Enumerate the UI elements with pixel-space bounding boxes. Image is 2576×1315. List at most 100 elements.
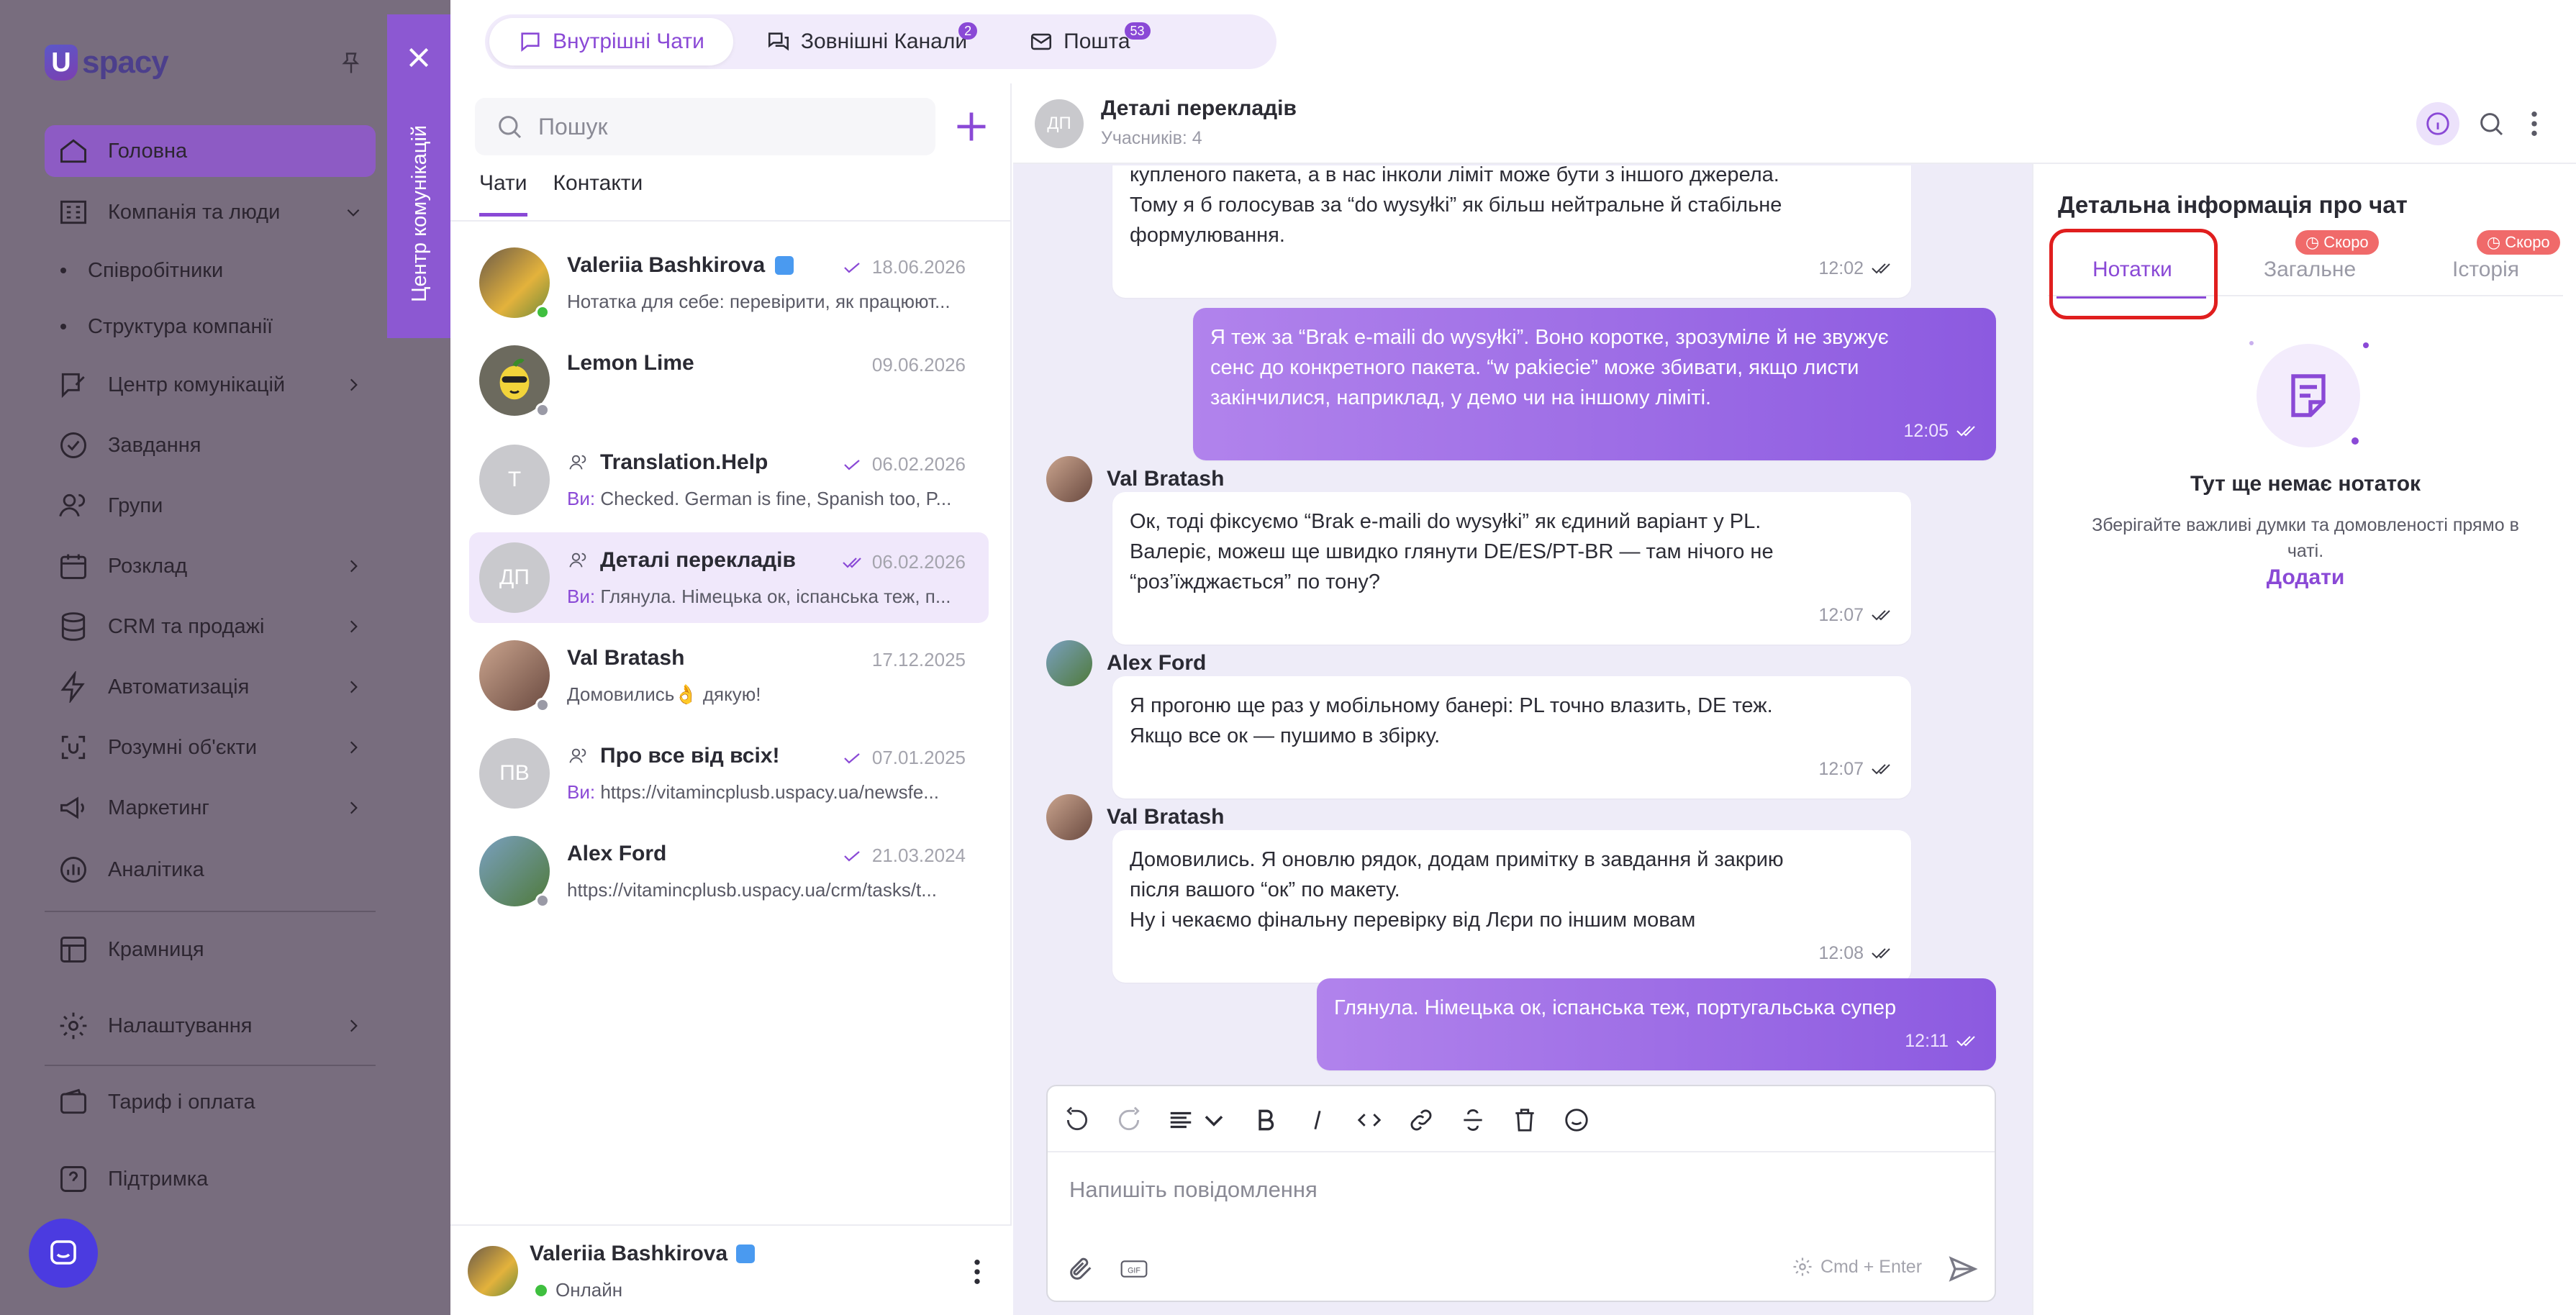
- attach-icon[interactable]: [1066, 1255, 1095, 1283]
- chat-date-text: 09.06.2026: [871, 354, 966, 376]
- avatar[interactable]: [1046, 456, 1092, 502]
- send-icon[interactable]: [1947, 1253, 1979, 1285]
- chat-list-item[interactable]: T Translation.Help 06.02.2026 Ви: Checke…: [469, 434, 989, 525]
- read-check-icon: [844, 850, 860, 861]
- sidebar-item-label: Центр комунікацій: [108, 373, 286, 396]
- code-icon[interactable]: [1356, 1106, 1383, 1134]
- empty-notes-line: чаті.: [2287, 541, 2324, 561]
- italic-icon[interactable]: [1304, 1106, 1331, 1134]
- avatar[interactable]: [1046, 794, 1092, 840]
- sidebar-item-billing[interactable]: Тариф і оплата: [45, 1076, 376, 1128]
- message-line: формулювання.: [1130, 224, 1285, 247]
- decor-dot: [2249, 341, 2254, 345]
- message-bubble-own: Глянула. Німецька ок, іспанська теж, пор…: [1317, 978, 1996, 1070]
- sidebar-item-automation[interactable]: Автоматизація: [45, 661, 376, 713]
- highlight-annotation: [2049, 229, 2218, 319]
- more-vertical-icon[interactable]: [2530, 109, 2539, 138]
- gif-icon[interactable]: GIF: [1120, 1257, 1148, 1280]
- chevron-down-icon: [347, 209, 360, 217]
- search-icon[interactable]: [2477, 109, 2505, 138]
- sidebar-item-label: Маркетинг: [108, 796, 209, 819]
- message-bubble: Домовились. Я оновлю рядок, додам приміт…: [1112, 830, 1911, 983]
- link-icon[interactable]: [1407, 1106, 1435, 1134]
- sidebar-item-label: Аналітика: [108, 857, 204, 881]
- sidebar-item-store[interactable]: Крамниця: [45, 924, 376, 975]
- chat-list-item[interactable]: Lemon Lime 09.06.2026: [469, 335, 989, 426]
- info-button[interactable]: [2416, 102, 2459, 145]
- decor-dot: [2351, 437, 2359, 445]
- empty-notes-title: Тут ще немає нотаток: [2190, 472, 2421, 496]
- chat-list-item[interactable]: Val Bratash 17.12.2025 Домовились👌 дякую…: [469, 630, 989, 721]
- message-line: Я теж за “Brak e-maili do wysyłki”. Воно…: [1210, 326, 1889, 349]
- tab-internal-chats[interactable]: Внутрішні Чати: [489, 18, 733, 65]
- sidebar-item-communications[interactable]: Центр комунікацій: [45, 359, 376, 411]
- time-text: 12:05: [1903, 421, 1949, 441]
- bullet-icon: [60, 324, 66, 329]
- align-dropdown[interactable]: [1167, 1106, 1228, 1134]
- decor-dot: [2363, 342, 2369, 348]
- online-status-dot: [535, 1284, 547, 1296]
- add-note-button[interactable]: Додати: [2033, 565, 2576, 590]
- chat-name: Про все від всіх!: [567, 744, 780, 768]
- bold-icon[interactable]: [1252, 1106, 1279, 1134]
- tab-chats[interactable]: Чати: [479, 171, 527, 217]
- chat-date: 09.06.2026: [872, 354, 966, 376]
- smart-object-icon: [61, 735, 86, 760]
- wallet-icon: [60, 1088, 86, 1114]
- add-chat-icon[interactable]: [953, 108, 990, 145]
- pin-icon[interactable]: [338, 49, 364, 78]
- search-input[interactable]: Пошук: [538, 114, 607, 140]
- chat-list-item[interactable]: Alex Ford 21.03.2024 https://vitamincplu…: [469, 826, 989, 916]
- send-shortcut[interactable]: Cmd + Enter: [1792, 1256, 1922, 1278]
- tab-mail[interactable]: Пошта 53: [1000, 18, 1158, 65]
- message-time: 12:07: [1130, 754, 1894, 784]
- chat-list-item[interactable]: Valeriia Bashkirova 18.06.2026 Нотатка д…: [469, 237, 989, 328]
- chevron-right-icon: [350, 801, 358, 814]
- close-icon[interactable]: [404, 43, 433, 72]
- sidebar-item-tasks[interactable]: Завдання: [45, 419, 376, 471]
- chat-name-text: Деталі перекладів: [600, 548, 796, 572]
- chat-date: 07.01.2025: [842, 747, 966, 769]
- emoji-icon[interactable]: [1563, 1106, 1590, 1134]
- sidebar-item-analytics[interactable]: Аналітика: [45, 844, 376, 896]
- chat-preview: Ви: Глянула. Німецька ок, іспанська теж,…: [567, 586, 970, 608]
- chat-date: 21.03.2024: [842, 845, 966, 867]
- sidebar-item-groups[interactable]: Групи: [45, 480, 376, 532]
- sidebar-item-settings[interactable]: Налаштування: [45, 1000, 376, 1052]
- time-text: 12:08: [1818, 943, 1864, 963]
- chat-date-text: 18.06.2026: [871, 256, 966, 278]
- time-text: 12:11: [1905, 1031, 1949, 1051]
- message-input[interactable]: Напишіть повідомлення: [1069, 1177, 1318, 1203]
- check-circle-icon: [60, 432, 86, 458]
- sidebar-item-marketing[interactable]: Маркетинг: [45, 782, 376, 834]
- redo-icon[interactable]: [1115, 1106, 1143, 1134]
- lemon-face-icon: [499, 358, 530, 400]
- tab-contacts[interactable]: Контакти: [553, 171, 643, 217]
- sidebar-subitem-structure[interactable]: Структура компанії: [60, 305, 273, 348]
- search-box[interactable]: Пошук: [475, 98, 935, 155]
- chat-support-button[interactable]: [29, 1219, 98, 1288]
- sidebar-item-home[interactable]: Головна: [45, 125, 376, 177]
- coming-soon-badge: ◷ Скоро: [2477, 230, 2560, 255]
- trash-icon[interactable]: [1511, 1106, 1538, 1134]
- chat-list-item[interactable]: ПВ Про все від всіх! 07.01.2025 Ви: http…: [469, 728, 989, 819]
- communications-center-tab[interactable]: Центр комунікацій: [387, 14, 450, 338]
- soon-text: Скоро: [2323, 233, 2369, 251]
- message-line: Я прогоню ще раз у мобільному банері: PL…: [1130, 694, 1773, 717]
- sidebar-item-smart-objects[interactable]: Розумні об'єкти: [45, 722, 376, 773]
- tab-general[interactable]: Загальне: [2264, 258, 2356, 282]
- sidebar-item-crm[interactable]: CRM та продажі: [45, 601, 376, 652]
- sidebar-item-company[interactable]: Компанія та люди: [45, 186, 376, 238]
- strikethrough-icon[interactable]: [1459, 1106, 1487, 1134]
- sidebar-item-schedule[interactable]: Розклад: [45, 540, 376, 592]
- undo-icon[interactable]: [1063, 1106, 1091, 1134]
- more-vertical-icon[interactable]: [973, 1257, 981, 1286]
- sidebar-subitem-employees[interactable]: Співробітники: [60, 249, 223, 292]
- chat-icon: [521, 32, 540, 52]
- tab-external-channels[interactable]: Зовнішні Канали 2: [738, 18, 996, 65]
- tab-history[interactable]: Історія: [2452, 258, 2519, 282]
- sidebar-item-support[interactable]: Підтримка: [45, 1153, 376, 1205]
- avatar[interactable]: [1046, 640, 1092, 686]
- chat-list-item-selected[interactable]: ДП Деталі перекладів 06.02.2026 Ви: Глян…: [469, 532, 989, 623]
- sidebar-item-label: Розклад: [108, 554, 188, 578]
